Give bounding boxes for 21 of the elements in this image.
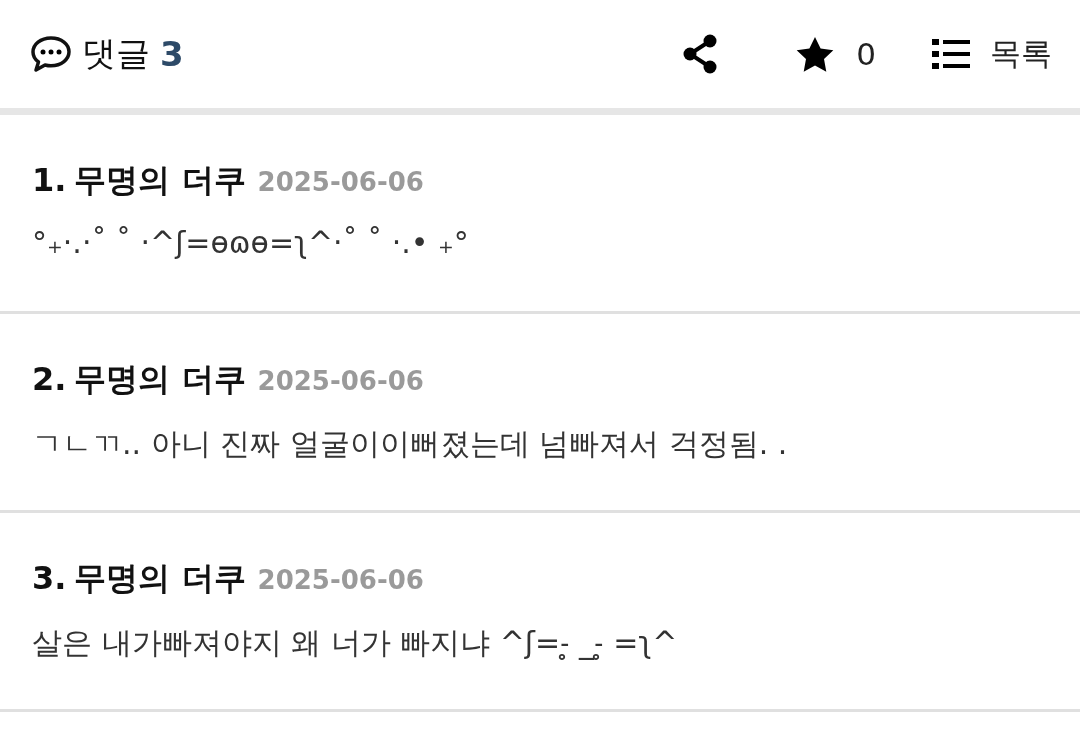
comment-number: 1. <box>32 161 67 199</box>
comment-text: °₊·.·˚ ˚ ·^ʃ=ɵɷɵ=ʅ^·˚ ˚ ·.• ₊° <box>32 225 470 260</box>
list-icon <box>932 38 970 70</box>
comment-icon <box>30 35 72 73</box>
comment-number: 2. <box>32 360 67 398</box>
comment-number: 3. <box>32 559 67 597</box>
author-name: 무명의 더쿠 <box>74 558 246 599</box>
star-icon <box>796 36 835 72</box>
comment-date: 2025-06-06 <box>257 565 424 595</box>
comment-text: 살은 내가빠져야지 왜 너가 빠지냐 ^ʃ=˗̥ _˗̥ =ʅ^ <box>32 624 679 662</box>
share-icon <box>682 34 719 74</box>
comment-date: 2025-06-06 <box>257 167 424 197</box>
comment-date: 2025-06-06 <box>257 366 424 396</box>
comment-count: 3 <box>160 34 184 74</box>
author-name: 무명의 더쿠 <box>74 359 246 400</box>
author-name: 무명의 더쿠 <box>74 160 246 201</box>
comment-title: 댓글 <box>82 32 150 75</box>
like-button[interactable]: 0 <box>796 36 876 72</box>
share-button[interactable] <box>682 34 719 74</box>
comment-text: ㄱㄴㄲ.. 아니 진짜 얼굴이이뻐졌는데 넘빠져서 걱정됨. . <box>32 425 789 463</box>
list-button[interactable]: 목록 <box>932 33 1052 75</box>
